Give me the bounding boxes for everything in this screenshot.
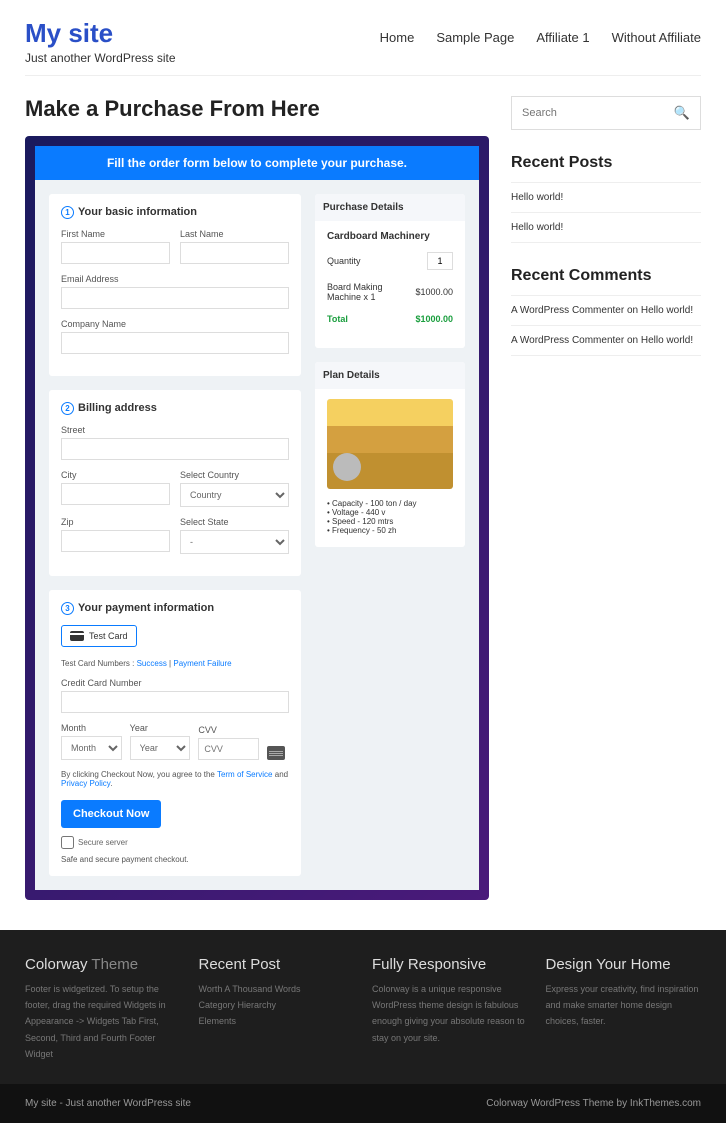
zip-label: Zip	[61, 517, 170, 527]
spec-item: Capacity - 100 ton / day	[327, 499, 453, 508]
list-item[interactable]: A WordPress Commenter on Hello world!	[511, 326, 701, 356]
qty-input[interactable]	[427, 252, 453, 270]
cvv-input[interactable]	[198, 738, 259, 760]
plan-image	[327, 399, 453, 489]
state-select[interactable]: -	[180, 530, 289, 554]
year-label: Year	[130, 723, 191, 733]
main-nav: Home Sample Page Affiliate 1 Without Aff…	[380, 30, 701, 45]
cc-input[interactable]	[61, 691, 289, 713]
basic-info-card: 1 Your basic information First Name Last …	[49, 194, 301, 376]
last-name-label: Last Name	[180, 229, 289, 239]
email-input[interactable]	[61, 287, 289, 309]
tos-link[interactable]: Term of Service	[217, 770, 273, 779]
nav-home[interactable]: Home	[380, 30, 415, 45]
qty-label: Quantity	[327, 256, 361, 266]
site-header: My site Just another WordPress site Home…	[25, 0, 701, 76]
card-type-icon	[267, 746, 285, 760]
street-label: Street	[61, 425, 289, 435]
step-2-icon: 2	[61, 402, 74, 415]
company-label: Company Name	[61, 319, 289, 329]
month-label: Month	[61, 723, 122, 733]
payment-card: 3 Your payment information Test Card Test…	[49, 590, 301, 876]
tcn-failure-link[interactable]: Payment Failure	[173, 659, 231, 668]
footer-site-info: My site - Just another WordPress site	[25, 1098, 191, 1109]
page-title: Make a Purchase From Here	[25, 96, 489, 122]
search-input[interactable]	[522, 107, 674, 119]
state-label: Select State	[180, 517, 289, 527]
form-banner: Fill the order form below to complete yo…	[35, 146, 479, 180]
total-label: Total	[327, 314, 348, 324]
purchase-details-head: Purchase Details	[315, 194, 465, 221]
recent-posts-list: Hello world! Hello world!	[511, 182, 701, 243]
section-title: Your basic information	[78, 206, 197, 218]
purchase-details-card: Purchase Details Cardboard Machinery Qua…	[315, 194, 465, 348]
footer-text: Footer is widgetized. To setup the foote…	[25, 981, 181, 1062]
checkout-button[interactable]: Checkout Now	[61, 800, 161, 828]
month-select[interactable]: Month	[61, 736, 122, 760]
secure-checkbox[interactable]	[61, 836, 74, 849]
nav-without-affiliate[interactable]: Without Affiliate	[612, 30, 701, 45]
country-label: Select Country	[180, 470, 289, 480]
recent-comments-list: A WordPress Commenter on Hello world! A …	[511, 295, 701, 356]
site-title[interactable]: My site	[25, 18, 176, 49]
line-item: Board Making Machine x 1	[327, 282, 415, 302]
spec-item: Speed - 120 mtrs	[327, 517, 453, 526]
plan-specs: Capacity - 100 ton / day Voltage - 440 v…	[327, 499, 453, 535]
footer-theme-credit[interactable]: Colorway WordPress Theme by InkThemes.co…	[486, 1098, 701, 1109]
cc-label: Credit Card Number	[61, 678, 289, 688]
list-item[interactable]: Hello world!	[511, 183, 701, 213]
last-name-input[interactable]	[180, 242, 289, 264]
tcn-success-link[interactable]: Success	[137, 659, 167, 668]
footer-text: Express your creativity, find inspiratio…	[546, 981, 702, 1030]
tcn-label: Test Card Numbers :	[61, 659, 134, 668]
test-card-button[interactable]: Test Card	[61, 625, 137, 647]
recent-comments-title: Recent Comments	[511, 267, 701, 285]
plan-details-head: Plan Details	[315, 362, 465, 389]
recent-posts-title: Recent Posts	[511, 154, 701, 172]
street-input[interactable]	[61, 438, 289, 460]
spec-item: Frequency - 50 zh	[327, 526, 453, 535]
footer-text: Worth A Thousand Words Category Hierarch…	[199, 981, 355, 1030]
search-box: 🔍	[511, 96, 701, 130]
list-item[interactable]: A WordPress Commenter on Hello world!	[511, 296, 701, 326]
step-1-icon: 1	[61, 206, 74, 219]
plan-details-card: Plan Details Capacity - 100 ton / day Vo…	[315, 362, 465, 547]
nav-sample-page[interactable]: Sample Page	[436, 30, 514, 45]
spec-item: Voltage - 440 v	[327, 508, 453, 517]
tagline: Just another WordPress site	[25, 51, 176, 65]
total-value: $1000.00	[415, 314, 453, 324]
zip-input[interactable]	[61, 530, 170, 552]
footer-text: Colorway is a unique responsive WordPres…	[372, 981, 528, 1046]
city-input[interactable]	[61, 483, 170, 505]
section-title: Billing address	[78, 402, 157, 414]
list-item[interactable]: Hello world!	[511, 213, 701, 243]
step-3-icon: 3	[61, 602, 74, 615]
first-name-input[interactable]	[61, 242, 170, 264]
privacy-link[interactable]: Privacy Policy	[61, 779, 110, 788]
billing-card: 2 Billing address Street City Select Coun…	[49, 390, 301, 576]
city-label: City	[61, 470, 170, 480]
country-select[interactable]: Country	[180, 483, 289, 507]
cvv-label: CVV	[198, 725, 259, 735]
email-label: Email Address	[61, 274, 289, 284]
nav-affiliate-1[interactable]: Affiliate 1	[536, 30, 589, 45]
secure-label: Secure server	[78, 838, 128, 847]
section-title: Your payment information	[78, 602, 214, 614]
company-input[interactable]	[61, 332, 289, 354]
card-icon	[70, 631, 84, 641]
order-panel: Fill the order form below to complete yo…	[25, 136, 489, 900]
search-icon[interactable]: 🔍	[674, 105, 690, 121]
line-price: $1000.00	[415, 287, 453, 297]
site-footer: Colorway ThemeFooter is widgetized. To s…	[0, 930, 726, 1123]
product-name: Cardboard Machinery	[327, 231, 453, 242]
safe-text: Safe and secure payment checkout.	[61, 855, 289, 864]
first-name-label: First Name	[61, 229, 170, 239]
year-select[interactable]: Year	[130, 736, 191, 760]
